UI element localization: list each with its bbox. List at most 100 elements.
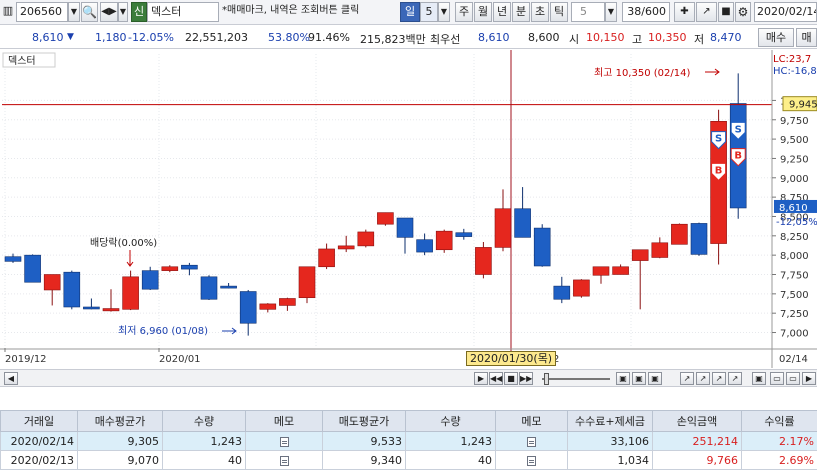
chart-scrollbar[interactable]: ◀ ▶ ◀◀ ■ ▶▶ ▣ ▣ ▣ ↗ ↗ ↗ ↗ ▣ ▭ ▭ ▶: [0, 369, 817, 387]
candle-body[interactable]: [475, 247, 491, 274]
memo-icon[interactable]: [527, 456, 536, 466]
table-row[interactable]: 2020/02/13 9,070 40 9,340 40 1,034 9,766…: [1, 451, 817, 470]
minimize-icon[interactable]: ▭: [770, 372, 784, 385]
candle-body[interactable]: [299, 267, 315, 298]
period-dropdown-icon[interactable]: ▼: [438, 2, 450, 22]
candle-body[interactable]: [181, 265, 197, 269]
cell-sell-memo[interactable]: [496, 451, 568, 470]
fast-forward-icon[interactable]: ▶▶: [519, 372, 533, 385]
candle-body[interactable]: [417, 240, 433, 252]
col-header-return[interactable]: 수익률: [742, 411, 817, 432]
speaker-dropdown-icon[interactable]: ▼: [118, 2, 128, 22]
zoom-reset-icon[interactable]: ▣: [648, 372, 662, 385]
draw-ray-icon[interactable]: ↗: [696, 372, 710, 385]
candle-body[interactable]: [44, 275, 60, 290]
candlestick-chart[interactable]: SBSB최고 10,350 (02/14)최저 6,960 (01/08)배당락…: [0, 50, 817, 368]
candle-body[interactable]: [201, 277, 217, 299]
cell-buy-memo[interactable]: [246, 432, 323, 451]
col-header-buy-qty[interactable]: 수량: [163, 411, 246, 432]
candle-body[interactable]: [515, 209, 531, 238]
code-dropdown-icon[interactable]: ▼: [68, 2, 80, 22]
stock-name-field[interactable]: 덱스터: [147, 2, 219, 22]
gear-icon[interactable]: ⚙: [735, 2, 751, 22]
tick-number-field[interactable]: 5: [571, 2, 605, 22]
candle-body[interactable]: [123, 277, 139, 309]
sell-button[interactable]: 매: [796, 28, 817, 47]
candle-body[interactable]: [377, 213, 393, 225]
period-second-button[interactable]: 초: [531, 2, 549, 22]
stock-code-input[interactable]: 206560: [16, 2, 68, 22]
period-number-field[interactable]: 5: [420, 2, 438, 22]
candle-body[interactable]: [162, 267, 178, 271]
candle-body[interactable]: [397, 218, 413, 237]
col-header-date[interactable]: 거래일: [1, 411, 78, 432]
scroll-left-icon[interactable]: ◀: [4, 372, 18, 385]
candle-body[interactable]: [64, 272, 80, 307]
capture-icon[interactable]: ▣: [752, 372, 766, 385]
draw-channel-icon[interactable]: ↗: [728, 372, 742, 385]
candle-body[interactable]: [436, 231, 452, 250]
candle-body[interactable]: [495, 209, 511, 248]
col-header-sell-qty[interactable]: 수량: [406, 411, 496, 432]
candle-body[interactable]: [691, 223, 707, 254]
col-header-buy-avg[interactable]: 매수평균가: [78, 411, 163, 432]
candle-body[interactable]: [221, 286, 237, 288]
scroll-right-icon[interactable]: ▶: [802, 372, 816, 385]
candle-body[interactable]: [103, 309, 119, 311]
stop-icon[interactable]: ■: [504, 372, 518, 385]
cell-sell-memo[interactable]: [496, 432, 568, 451]
step-forward-icon[interactable]: ▶: [474, 372, 488, 385]
draw-line-icon[interactable]: ↗: [680, 372, 694, 385]
candle-body[interactable]: [142, 271, 158, 290]
candle-body[interactable]: [25, 255, 41, 282]
save-icon[interactable]: ■: [718, 2, 734, 22]
speaker-icon[interactable]: ◀▶: [100, 2, 118, 22]
zoom-in-icon[interactable]: ▣: [616, 372, 630, 385]
candle-body[interactable]: [671, 224, 687, 244]
col-header-sell-avg[interactable]: 매도평균가: [323, 411, 406, 432]
candle-body[interactable]: [554, 286, 570, 299]
search-icon[interactable]: 🔍: [81, 2, 98, 22]
price-chart[interactable]: SBSB최고 10,350 (02/14)최저 6,960 (01/08)배당락…: [0, 50, 817, 368]
memo-icon[interactable]: [280, 437, 289, 447]
candle-body[interactable]: [338, 246, 354, 249]
memo-icon[interactable]: [280, 456, 289, 466]
period-minute-button[interactable]: 분: [512, 2, 530, 22]
zoom-slider-thumb[interactable]: [544, 373, 549, 385]
candle-body[interactable]: [240, 292, 256, 324]
buy-button[interactable]: 매수: [758, 28, 794, 47]
cursor-cross-icon[interactable]: ✚: [674, 2, 695, 22]
col-header-buy-memo[interactable]: 메모: [246, 411, 323, 432]
col-header-sell-memo[interactable]: 메모: [496, 411, 568, 432]
candle-body[interactable]: [358, 232, 374, 246]
col-header-fee[interactable]: 수수료+제세금: [568, 411, 653, 432]
candle-body[interactable]: [5, 257, 21, 262]
col-header-pl[interactable]: 손익금액: [653, 411, 742, 432]
candle-body[interactable]: [613, 267, 629, 275]
period-weekly-button[interactable]: 주: [455, 2, 473, 22]
candle-body[interactable]: [83, 307, 99, 309]
memo-icon[interactable]: [527, 437, 536, 447]
indicator-icon[interactable]: ↗: [696, 2, 717, 22]
candle-body[interactable]: [652, 243, 668, 258]
candle-body[interactable]: [260, 304, 276, 309]
candle-body[interactable]: [534, 228, 550, 266]
rewind-icon[interactable]: ◀◀: [489, 372, 503, 385]
draw-trend-icon[interactable]: ↗: [712, 372, 726, 385]
period-daily-button[interactable]: 일: [400, 2, 420, 22]
candle-body[interactable]: [573, 280, 589, 296]
config-icon[interactable]: ▭: [786, 372, 800, 385]
period-tick-button[interactable]: 틱: [550, 2, 568, 22]
period-yearly-button[interactable]: 년: [493, 2, 511, 22]
candle-body[interactable]: [279, 298, 295, 305]
candle-body[interactable]: [456, 233, 472, 237]
candle-body[interactable]: [593, 267, 609, 276]
zoom-slider-track[interactable]: [542, 378, 610, 380]
table-row[interactable]: 2020/02/14 9,305 1,243 9,533 1,243 33,10…: [1, 432, 817, 451]
candle-body[interactable]: [319, 249, 335, 267]
zoom-out-icon[interactable]: ▣: [632, 372, 646, 385]
candle-body[interactable]: [632, 250, 648, 261]
tick-dropdown-icon[interactable]: ▼: [605, 2, 617, 22]
date-field[interactable]: 2020/02/14: [754, 2, 817, 22]
period-monthly-button[interactable]: 월: [474, 2, 492, 22]
